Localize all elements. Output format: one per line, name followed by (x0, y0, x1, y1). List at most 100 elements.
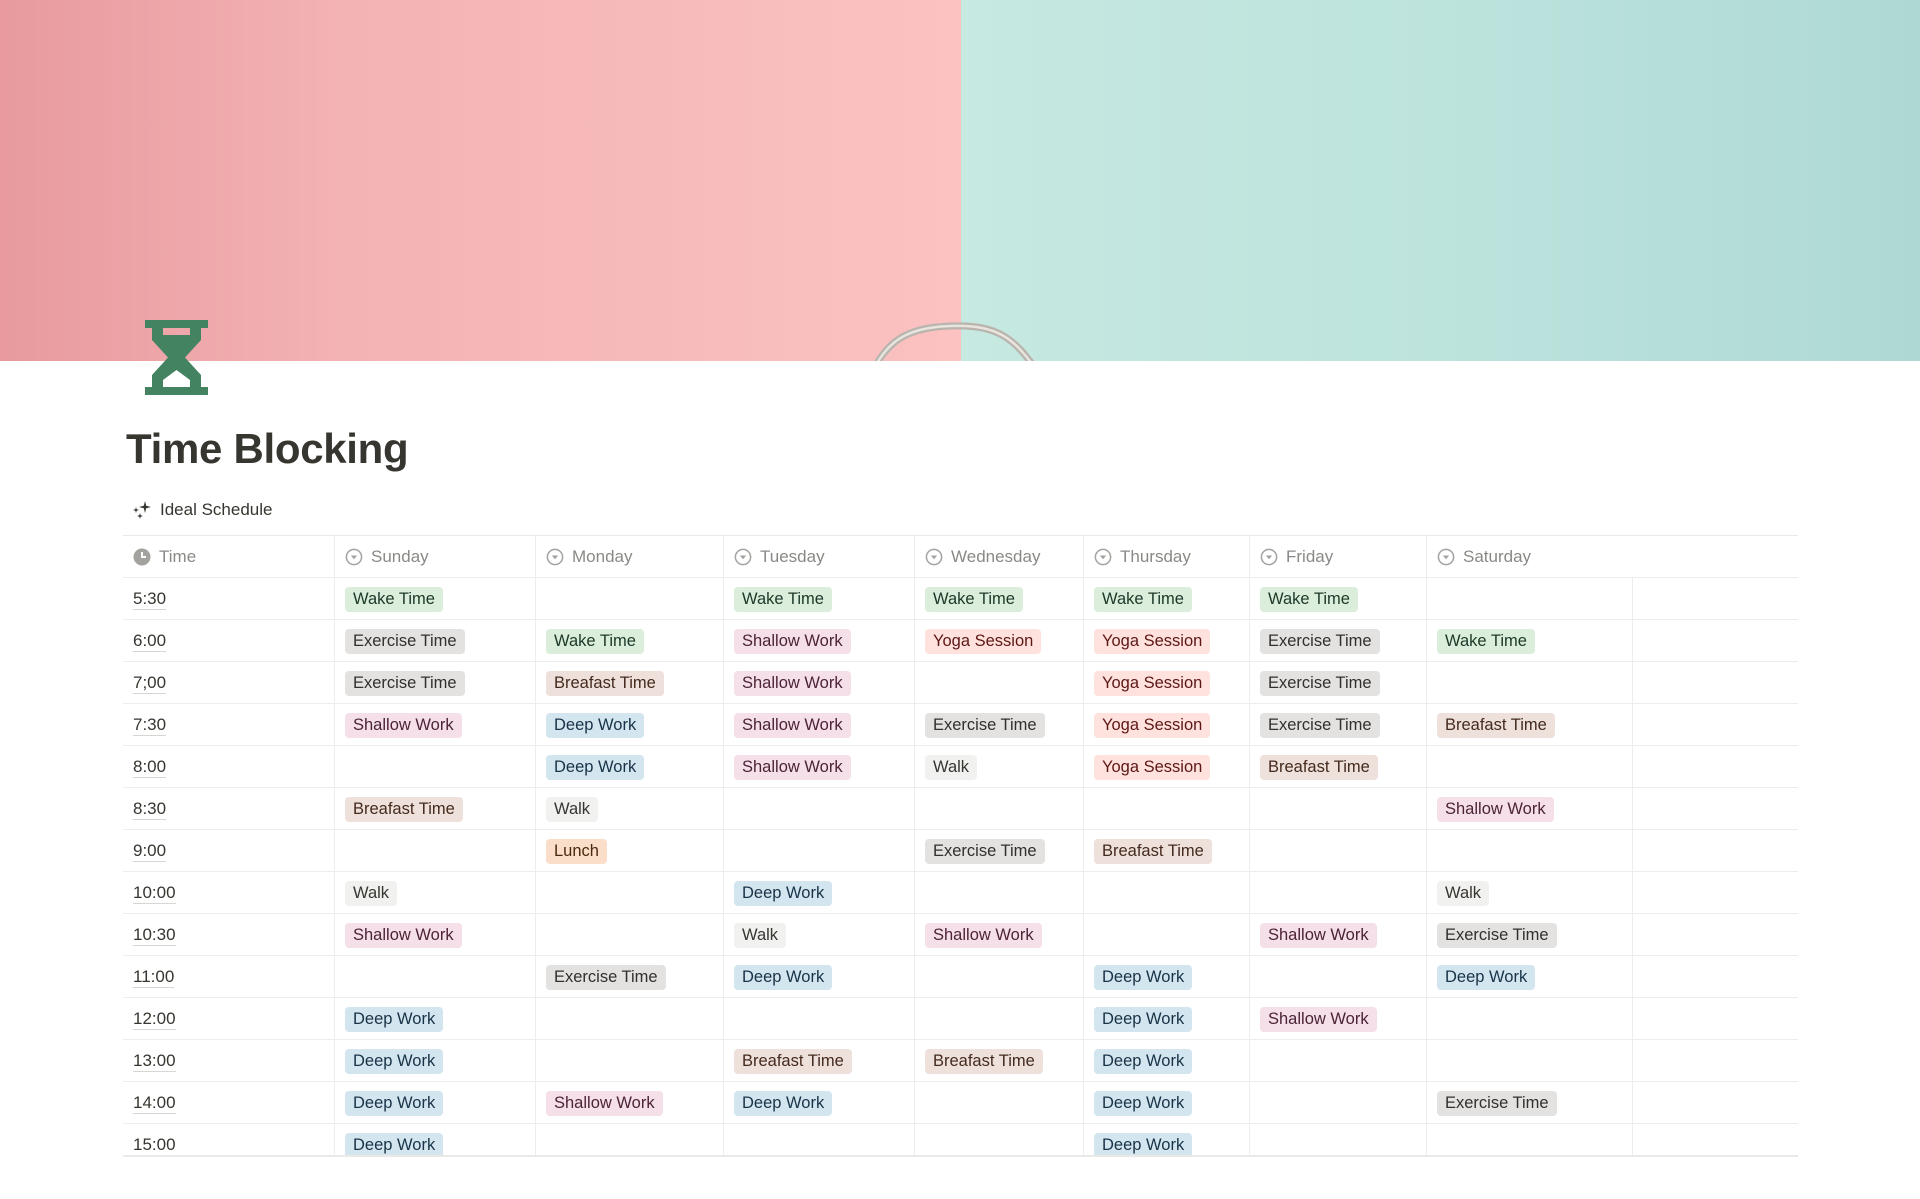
day-cell-tuesday[interactable]: Shallow Work (723, 662, 914, 704)
hourglass-icon[interactable] (145, 320, 208, 395)
day-cell-monday[interactable]: Lunch (535, 830, 723, 872)
day-cell-saturday[interactable] (1426, 998, 1632, 1040)
day-cell-thursday[interactable]: Yoga Session (1083, 662, 1249, 704)
table-row[interactable]: 12:00 Deep Work Deep Work Shallow Work (123, 998, 1798, 1040)
day-cell-sunday[interactable]: Deep Work (334, 1082, 535, 1124)
table-row[interactable]: 13:00 Deep Work Breafast Time Breafast Time… (123, 1040, 1798, 1082)
day-cell-saturday[interactable]: Deep Work (1426, 956, 1632, 998)
day-cell-wednesday[interactable]: Wake Time (914, 578, 1083, 620)
column-header-time[interactable]: Time (123, 536, 334, 578)
day-cell-friday[interactable] (1249, 872, 1426, 914)
time-value[interactable]: 11:00 (133, 967, 175, 988)
day-cell-wednesday[interactable]: Yoga Session (914, 620, 1083, 662)
day-cell-sunday[interactable]: Wake Time (334, 578, 535, 620)
day-cell-wednesday[interactable]: Walk (914, 746, 1083, 788)
day-cell-sunday[interactable] (334, 956, 535, 998)
empty-extra-cell[interactable] (1632, 914, 1798, 956)
empty-extra-cell[interactable] (1632, 1082, 1798, 1124)
day-cell-tuesday[interactable]: Deep Work (723, 1082, 914, 1124)
day-cell-tuesday[interactable] (723, 830, 914, 872)
time-value[interactable]: 6:00 (133, 631, 167, 652)
empty-extra-cell[interactable] (1632, 620, 1798, 662)
day-cell-sunday[interactable]: Walk (334, 872, 535, 914)
time-value[interactable]: 13:00 (133, 1051, 176, 1072)
day-cell-tuesday[interactable] (723, 1124, 914, 1155)
day-cell-tuesday[interactable]: Breafast Time (723, 1040, 914, 1082)
day-cell-friday[interactable]: Breafast Time (1249, 746, 1426, 788)
day-cell-monday[interactable]: Shallow Work (535, 1082, 723, 1124)
day-cell-friday[interactable]: Shallow Work (1249, 914, 1426, 956)
empty-extra-cell[interactable] (1632, 998, 1798, 1040)
time-value[interactable]: 5:30 (133, 589, 167, 610)
day-cell-saturday[interactable]: Breafast Time (1426, 704, 1632, 746)
column-header-thursday[interactable]: Thursday (1083, 536, 1249, 578)
table-row[interactable]: 5:30 Wake Time Wake Time Wake Time Wake Time… (123, 578, 1798, 620)
day-cell-sunday[interactable]: Shallow Work (334, 914, 535, 956)
time-cell[interactable]: 5:30 (123, 578, 334, 620)
table-row[interactable]: 8:00 Deep Work Shallow Work Walk Yoga Sessio… (123, 746, 1798, 788)
table-row[interactable]: 15:00 Deep Work Deep Work (123, 1124, 1798, 1155)
day-cell-friday[interactable] (1249, 1082, 1426, 1124)
time-cell[interactable]: 7:30 (123, 704, 334, 746)
day-cell-friday[interactable] (1249, 1040, 1426, 1082)
column-header-friday[interactable]: Friday (1249, 536, 1426, 578)
day-cell-monday[interactable]: Exercise Time (535, 956, 723, 998)
day-cell-saturday[interactable]: Exercise Time (1426, 914, 1632, 956)
time-cell[interactable]: 8:00 (123, 746, 334, 788)
day-cell-friday[interactable]: Shallow Work (1249, 998, 1426, 1040)
day-cell-saturday[interactable] (1426, 1040, 1632, 1082)
day-cell-sunday[interactable]: Breafast Time (334, 788, 535, 830)
day-cell-thursday[interactable]: Yoga Session (1083, 746, 1249, 788)
day-cell-monday[interactable] (535, 1040, 723, 1082)
time-cell[interactable]: 11:00 (123, 956, 334, 998)
day-cell-friday[interactable] (1249, 956, 1426, 998)
day-cell-thursday[interactable]: Deep Work (1083, 956, 1249, 998)
day-cell-tuesday[interactable]: Deep Work (723, 872, 914, 914)
empty-extra-cell[interactable] (1632, 872, 1798, 914)
time-cell[interactable]: 15:00 (123, 1124, 334, 1155)
day-cell-thursday[interactable]: Deep Work (1083, 1082, 1249, 1124)
table-row[interactable]: 10:00 Walk Deep Work Walk (123, 872, 1798, 914)
table-row[interactable]: 7:30 Shallow Work Deep Work Shallow Work Exe… (123, 704, 1798, 746)
day-cell-tuesday[interactable] (723, 998, 914, 1040)
day-cell-sunday[interactable]: Deep Work (334, 1124, 535, 1155)
day-cell-tuesday[interactable]: Shallow Work (723, 704, 914, 746)
day-cell-monday[interactable]: Breafast Time (535, 662, 723, 704)
time-cell[interactable]: 7;00 (123, 662, 334, 704)
day-cell-wednesday[interactable] (914, 788, 1083, 830)
time-value[interactable]: 14:00 (133, 1093, 176, 1114)
day-cell-thursday[interactable]: Deep Work (1083, 998, 1249, 1040)
day-cell-thursday[interactable]: Yoga Session (1083, 620, 1249, 662)
day-cell-monday[interactable]: Deep Work (535, 704, 723, 746)
time-cell[interactable]: 14:00 (123, 1082, 334, 1124)
time-value[interactable]: 7:30 (133, 715, 167, 736)
day-cell-tuesday[interactable] (723, 788, 914, 830)
day-cell-friday[interactable]: Wake Time (1249, 578, 1426, 620)
table-row[interactable]: 9:00 Lunch Exercise Time Breafast Time (123, 830, 1798, 872)
day-cell-tuesday[interactable]: Shallow Work (723, 620, 914, 662)
day-cell-monday[interactable] (535, 914, 723, 956)
day-cell-thursday[interactable]: Wake Time (1083, 578, 1249, 620)
day-cell-thursday[interactable] (1083, 872, 1249, 914)
day-cell-monday[interactable]: Deep Work (535, 746, 723, 788)
day-cell-monday[interactable]: Wake Time (535, 620, 723, 662)
day-cell-friday[interactable]: Exercise Time (1249, 662, 1426, 704)
day-cell-sunday[interactable] (334, 746, 535, 788)
day-cell-sunday[interactable] (334, 830, 535, 872)
table-row[interactable]: 8:30 Breafast Time Walk Shallow Work (123, 788, 1798, 830)
day-cell-saturday[interactable]: Shallow Work (1426, 788, 1632, 830)
time-cell[interactable]: 9:00 (123, 830, 334, 872)
day-cell-thursday[interactable] (1083, 914, 1249, 956)
column-header-saturday[interactable]: Saturday (1426, 536, 1798, 578)
day-cell-wednesday[interactable]: Exercise Time (914, 830, 1083, 872)
table-row[interactable]: 10:30 Shallow Work Walk Shallow Work Shallow… (123, 914, 1798, 956)
day-cell-monday[interactable] (535, 1124, 723, 1155)
day-cell-sunday[interactable]: Exercise Time (334, 620, 535, 662)
day-cell-sunday[interactable]: Deep Work (334, 998, 535, 1040)
empty-extra-cell[interactable] (1632, 956, 1798, 998)
day-cell-wednesday[interactable] (914, 956, 1083, 998)
day-cell-friday[interactable]: Exercise Time (1249, 620, 1426, 662)
empty-extra-cell[interactable] (1632, 578, 1798, 620)
time-value[interactable]: 9:00 (133, 841, 167, 862)
time-cell[interactable]: 13:00 (123, 1040, 334, 1082)
